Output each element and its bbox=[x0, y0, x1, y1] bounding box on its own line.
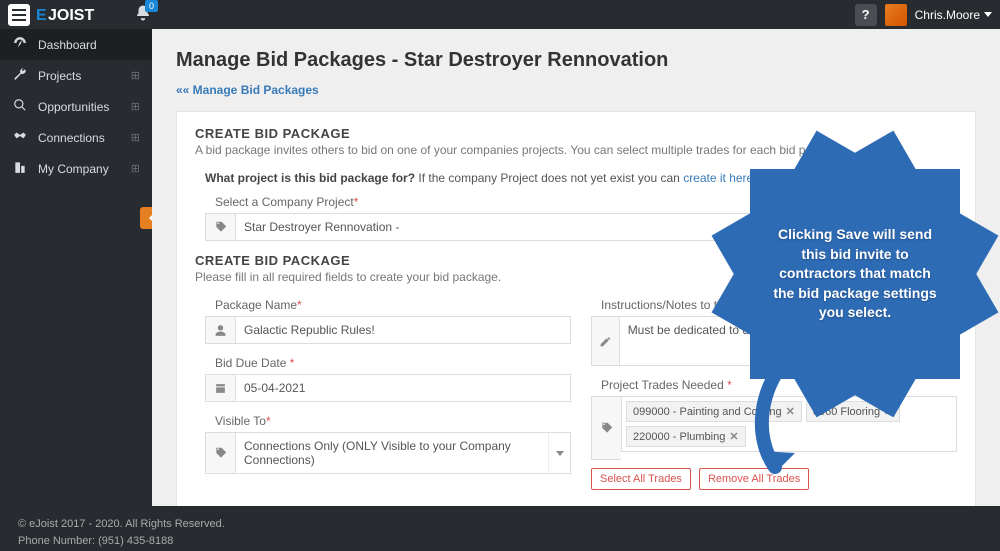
dashboard-icon bbox=[12, 36, 28, 53]
sidebar-item-label: Connections bbox=[38, 131, 121, 145]
sidebar-item-dashboard[interactable]: Dashboard bbox=[0, 29, 152, 60]
label-package-name: Package Name* bbox=[205, 298, 571, 312]
chevron-down-icon bbox=[548, 433, 570, 473]
section-desc-package: Please fill in all required fields to cr… bbox=[195, 270, 957, 284]
trade-tag: 099000 - Painting and Coating ✕ bbox=[626, 401, 802, 422]
expand-icon: ⊞ bbox=[131, 69, 140, 82]
footer-copyright: © eJoist 2017 - 2020. All Rights Reserve… bbox=[18, 516, 982, 533]
search-icon bbox=[12, 98, 28, 115]
section-desc-create: A bid package invites others to bid on o… bbox=[195, 143, 957, 157]
handshake-icon bbox=[12, 129, 28, 146]
visible-to-select[interactable]: Connections Only (ONLY Visible to your C… bbox=[236, 433, 548, 473]
hamburger-menu-button[interactable] bbox=[8, 4, 30, 26]
section-title-package: CREATE BID PACKAGE bbox=[195, 253, 957, 268]
ejoist-logo: E JOIST bbox=[36, 4, 128, 26]
chevron-down-icon bbox=[934, 214, 956, 240]
building-icon bbox=[12, 160, 28, 177]
sidebar-item-opportunities[interactable]: Opportunities ⊞ bbox=[0, 91, 152, 122]
trade-tag: 220000 - Plumbing ✕ bbox=[626, 426, 746, 447]
project-question: What project is this bid package for? If… bbox=[205, 171, 957, 185]
create-project-link[interactable]: create it here. bbox=[683, 171, 756, 185]
label-instructions: Instructions/Notes to the Bidder bbox=[591, 298, 957, 312]
wrench-icon bbox=[12, 67, 28, 84]
tag-icon bbox=[206, 214, 236, 240]
remove-tag-button[interactable]: ✕ bbox=[729, 430, 738, 443]
due-date-input[interactable] bbox=[236, 375, 570, 401]
remove-all-trades-button[interactable]: Remove All Trades bbox=[699, 468, 809, 490]
pencil-icon bbox=[592, 317, 620, 365]
label-trades-needed: Project Trades Needed * bbox=[591, 378, 957, 392]
calendar-icon bbox=[206, 375, 236, 401]
sidebar-item-projects[interactable]: Projects ⊞ bbox=[0, 60, 152, 91]
tag-icon bbox=[591, 396, 621, 460]
trades-tag-input[interactable]: 099000 - Painting and Coating ✕ 0960 Flo… bbox=[621, 396, 957, 452]
username-label: Chris.Moore bbox=[915, 8, 980, 22]
user-avatar[interactable] bbox=[885, 4, 907, 26]
sidebar-item-connections[interactable]: Connections ⊞ bbox=[0, 122, 152, 153]
help-button[interactable]: ? bbox=[855, 4, 877, 26]
section-title-create: CREATE BID PACKAGE bbox=[195, 126, 957, 141]
tag-icon bbox=[206, 433, 236, 473]
expand-icon: ⊞ bbox=[131, 162, 140, 175]
package-name-input[interactable] bbox=[236, 317, 570, 343]
project-select[interactable]: Star Destroyer Rennovation - bbox=[236, 214, 934, 240]
instructions-textarea[interactable]: Must be dedicated to destr bbox=[620, 317, 956, 365]
sidebar-item-label: My Company bbox=[38, 162, 121, 176]
sidebar-item-my-company[interactable]: My Company ⊞ bbox=[0, 153, 152, 184]
sidebar-item-label: Opportunities bbox=[38, 100, 121, 114]
footer-phone: Phone Number: (951) 435-8188 bbox=[18, 533, 982, 550]
notification-bell-button[interactable]: 0 bbox=[134, 4, 152, 25]
back-link-manage-packages[interactable]: «« Manage Bid Packages bbox=[176, 83, 319, 97]
label-select-project: Select a Company Project* bbox=[205, 195, 957, 209]
select-all-trades-button[interactable]: Select All Trades bbox=[591, 468, 691, 490]
person-icon bbox=[206, 317, 236, 343]
sidebar-item-label: Dashboard bbox=[38, 38, 140, 52]
trade-tag: 0960 Flooring ✕ bbox=[806, 401, 901, 422]
remove-tag-button[interactable]: ✕ bbox=[884, 405, 893, 418]
svg-text:E: E bbox=[36, 7, 47, 24]
svg-text:JOIST: JOIST bbox=[48, 7, 94, 24]
expand-icon: ⊞ bbox=[131, 100, 140, 113]
chevron-down-icon bbox=[984, 12, 992, 17]
sidebar-item-label: Projects bbox=[38, 69, 121, 83]
page-title: Manage Bid Packages - Star Destroyer Ren… bbox=[176, 49, 976, 72]
label-due-date: Bid Due Date * bbox=[205, 356, 571, 370]
remove-tag-button[interactable]: ✕ bbox=[786, 405, 795, 418]
expand-icon: ⊞ bbox=[131, 131, 140, 144]
user-menu-button[interactable]: Chris.Moore bbox=[915, 8, 992, 22]
notification-badge: 0 bbox=[145, 0, 158, 12]
label-visible-to: Visible To* bbox=[205, 414, 571, 428]
